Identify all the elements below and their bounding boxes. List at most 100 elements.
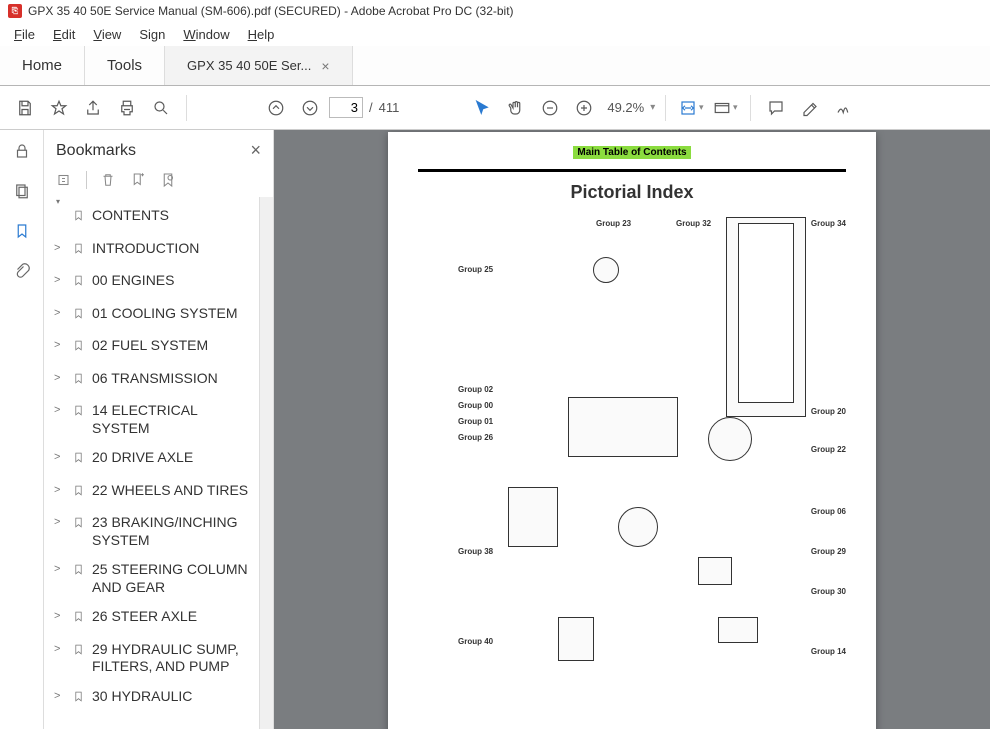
- menu-sign[interactable]: Sign: [131, 25, 173, 44]
- expand-icon[interactable]: >: [54, 516, 66, 530]
- bookmarks-panel: Bookmarks × ▾ CONTENTS > INTRODUCTION >00 E…: [44, 130, 274, 729]
- bookmark-item[interactable]: > INTRODUCTION: [52, 234, 255, 267]
- scrollbar[interactable]: [259, 197, 273, 729]
- label-g34: Group 34: [811, 219, 846, 228]
- label-g25: Group 25: [458, 265, 493, 274]
- bookmark-item[interactable]: >00 ENGINES: [52, 266, 255, 299]
- options-icon[interactable]: ▾: [56, 171, 74, 189]
- zoom-in-button[interactable]: [569, 93, 599, 123]
- tab-close-icon[interactable]: ×: [321, 58, 329, 74]
- toc-link[interactable]: Main Table of Contents: [573, 146, 690, 159]
- bookmark-item[interactable]: >23 BRAKING/INCHING SYSTEM: [52, 508, 255, 555]
- expand-icon[interactable]: >: [54, 307, 66, 321]
- expand-icon[interactable]: >: [54, 404, 66, 418]
- chevron-down-icon: ▾: [733, 102, 738, 113]
- panel-close-button[interactable]: ×: [250, 140, 261, 161]
- label-g06: Group 06: [811, 507, 846, 516]
- page-up-button[interactable]: [261, 93, 291, 123]
- find-button[interactable]: [146, 93, 176, 123]
- bookmark-item[interactable]: >25 STEERING COLUMN AND GEAR: [52, 555, 255, 602]
- read-mode-button[interactable]: ▾: [710, 93, 740, 123]
- expand-icon[interactable]: >: [54, 563, 66, 577]
- menu-view[interactable]: View: [85, 25, 129, 44]
- tab-bar: Home Tools GPX 35 40 50E Ser... ×: [0, 46, 990, 86]
- expand-icon[interactable]: >: [54, 690, 66, 704]
- label-g00: Group 00: [458, 401, 493, 410]
- bookmark-label: 26 STEER AXLE: [92, 608, 253, 626]
- bookmark-label: 30 HYDRAULIC: [92, 688, 253, 706]
- bookmark-label: INTRODUCTION: [92, 240, 253, 258]
- expand-icon[interactable]: >: [54, 610, 66, 624]
- bookmark-icon: [72, 642, 86, 662]
- save-button[interactable]: [10, 93, 40, 123]
- expand-icon[interactable]: >: [54, 274, 66, 288]
- page-current-input[interactable]: [329, 97, 363, 118]
- print-button[interactable]: [112, 93, 142, 123]
- bookmark-label: 00 ENGINES: [92, 272, 253, 290]
- expand-icon[interactable]: >: [54, 339, 66, 353]
- document-viewport[interactable]: Main Table of Contents Pictorial Index: [274, 130, 990, 729]
- star-button[interactable]: [44, 93, 74, 123]
- menu-edit[interactable]: Edit: [45, 25, 83, 44]
- label-g32: Group 32: [676, 219, 711, 228]
- expand-icon[interactable]: >: [54, 242, 66, 256]
- bookmark-item[interactable]: >01 COOLING SYSTEM: [52, 299, 255, 332]
- share-button[interactable]: [78, 93, 108, 123]
- pictorial-diagram: Group 23 Group 32 Group 34 Group 25 Grou…: [418, 217, 846, 717]
- bookmark-item[interactable]: >06 TRANSMISSION: [52, 364, 255, 397]
- lock-icon[interactable]: [11, 140, 33, 162]
- label-g02: Group 02: [458, 385, 493, 394]
- bookmark-icon: [72, 609, 86, 629]
- highlight-button[interactable]: [795, 93, 825, 123]
- bookmark-item[interactable]: >20 DRIVE AXLE: [52, 443, 255, 476]
- attachments-icon[interactable]: [11, 260, 33, 282]
- menu-file[interactable]: File: [6, 25, 43, 44]
- panel-title: Bookmarks: [56, 142, 136, 160]
- page-separator: /: [369, 100, 373, 115]
- bookmark-item[interactable]: >30 HYDRAULIC: [52, 682, 255, 715]
- zoom-out-button[interactable]: [535, 93, 565, 123]
- tab-document-label: GPX 35 40 50E Ser...: [187, 58, 311, 73]
- tab-document[interactable]: GPX 35 40 50E Ser... ×: [165, 46, 353, 85]
- delete-bookmark-icon[interactable]: [99, 171, 117, 189]
- zoom-dropdown[interactable]: 49.2% ▾: [603, 100, 655, 115]
- bookmark-label: 20 DRIVE AXLE: [92, 449, 253, 467]
- page-down-button[interactable]: [295, 93, 325, 123]
- bookmark-icon: [72, 273, 86, 293]
- bookmark-icon: [72, 306, 86, 326]
- menu-window[interactable]: Window: [175, 25, 237, 44]
- bookmark-item[interactable]: >29 HYDRAULIC SUMP, FILTERS, AND PUMP: [52, 635, 255, 682]
- label-g30: Group 30: [811, 587, 846, 596]
- thumbnails-icon[interactable]: [11, 180, 33, 202]
- bookmark-item[interactable]: >02 FUEL SYSTEM: [52, 331, 255, 364]
- selection-tool-button[interactable]: [467, 93, 497, 123]
- toolbar-separator: [665, 95, 666, 121]
- bookmark-label: 25 STEERING COLUMN AND GEAR: [92, 561, 253, 596]
- label-g23: Group 23: [596, 219, 631, 228]
- bookmark-label: 29 HYDRAULIC SUMP, FILTERS, AND PUMP: [92, 641, 253, 676]
- zoom-value: 49.2%: [603, 100, 648, 115]
- fit-width-button[interactable]: ▾: [676, 93, 706, 123]
- expand-icon[interactable]: >: [54, 451, 66, 465]
- bookmark-item[interactable]: CONTENTS: [52, 201, 255, 234]
- tab-tools[interactable]: Tools: [85, 46, 165, 85]
- new-bookmark-icon[interactable]: [129, 171, 147, 189]
- bookmarks-icon[interactable]: [11, 220, 33, 242]
- expand-icon[interactable]: >: [54, 484, 66, 498]
- label-g01: Group 01: [458, 417, 493, 426]
- bookmark-item[interactable]: >22 WHEELS AND TIRES: [52, 476, 255, 509]
- menu-help[interactable]: Help: [240, 25, 283, 44]
- label-g40: Group 40: [458, 637, 493, 646]
- bookmark-label: CONTENTS: [92, 207, 253, 225]
- find-bookmark-icon[interactable]: [159, 171, 177, 189]
- comment-button[interactable]: [761, 93, 791, 123]
- expand-icon[interactable]: >: [54, 643, 66, 657]
- bookmark-item[interactable]: >14 ELECTRICAL SYSTEM: [52, 396, 255, 443]
- tab-home[interactable]: Home: [0, 46, 85, 85]
- bookmark-icon: [72, 403, 86, 423]
- hand-tool-button[interactable]: [501, 93, 531, 123]
- chevron-down-icon: ▾: [699, 102, 704, 113]
- bookmark-item[interactable]: >26 STEER AXLE: [52, 602, 255, 635]
- expand-icon[interactable]: >: [54, 372, 66, 386]
- sign-button[interactable]: [829, 93, 859, 123]
